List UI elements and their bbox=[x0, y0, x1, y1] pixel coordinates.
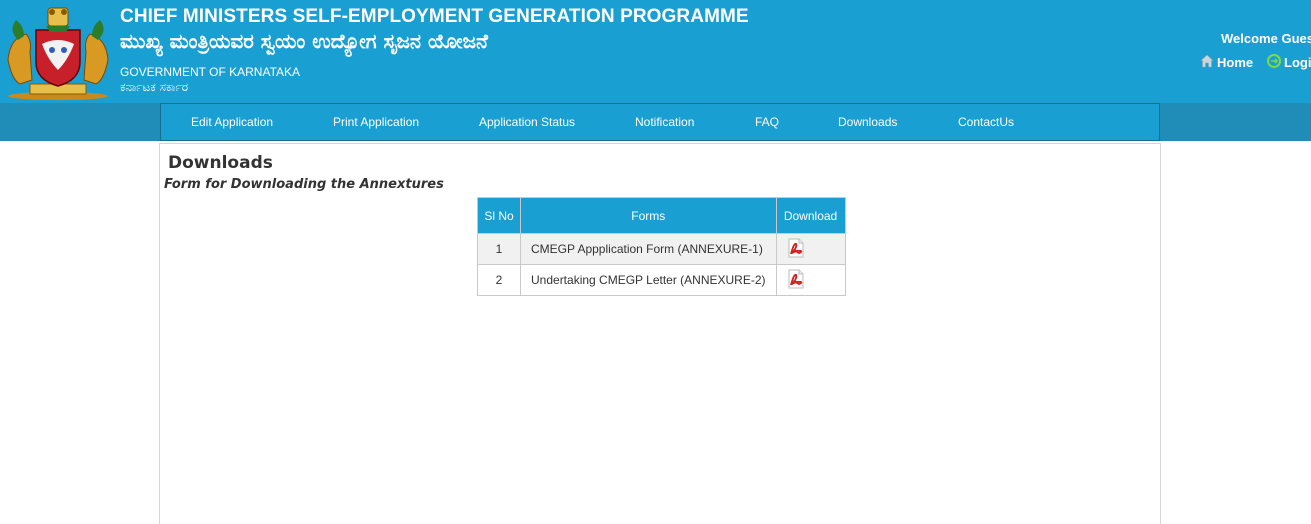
downloads-table: Sl No Forms Download 1 CMEGP Appplicatio… bbox=[477, 197, 846, 296]
pdf-icon[interactable] bbox=[787, 269, 805, 292]
nav-faq[interactable]: FAQ bbox=[755, 104, 779, 140]
government-name-kannada: ಕರ್ನಾಟಕ ಸರ್ಕಾರ bbox=[120, 80, 189, 94]
row-form-name: CMEGP Appplication Form (ANNEXURE-1) bbox=[520, 233, 777, 265]
nav-application-status[interactable]: Application Status bbox=[479, 104, 575, 140]
welcome-user: Guest bbox=[1281, 31, 1311, 46]
pdf-icon[interactable] bbox=[787, 238, 805, 261]
nav-print-application[interactable]: Print Application bbox=[333, 104, 419, 140]
table-row: 2 Undertaking CMEGP Letter (ANNEXURE-2) bbox=[477, 264, 846, 296]
row-download-cell bbox=[775, 233, 846, 265]
row-download-cell bbox=[775, 264, 846, 296]
site-header: CHIEF MINISTERS SELF-EMPLOYMENT GENERATI… bbox=[0, 0, 1311, 103]
government-name-english: GOVERNMENT OF KARNATAKA bbox=[120, 65, 301, 79]
nav-downloads[interactable]: Downloads bbox=[838, 104, 897, 140]
welcome-text: Welcome Guest bbox=[1221, 31, 1311, 46]
table-header-row: Sl No Forms Download bbox=[477, 197, 846, 234]
home-link[interactable]: Home bbox=[1200, 54, 1253, 71]
row-sl-no: 1 bbox=[477, 233, 521, 265]
site-title-english: CHIEF MINISTERS SELF-EMPLOYMENT GENERATI… bbox=[120, 6, 749, 27]
table-row: 1 CMEGP Appplication Form (ANNEXURE-1) bbox=[477, 233, 846, 265]
content-panel: Downloads Form for Downloading the Annex… bbox=[159, 143, 1161, 524]
nav-edit-application[interactable]: Edit Application bbox=[191, 104, 273, 140]
row-form-name: Undertaking CMEGP Letter (ANNEXURE-2) bbox=[520, 264, 777, 296]
col-header-sl-no: Sl No bbox=[477, 197, 521, 234]
site-title-kannada: ಮುಖ್ಯ ಮಂತ್ರಿಯವರ ಸ್ವಯಂ ಉದ್ಯೋಗ ಸೃಜನ ಯೋಜನೆ bbox=[120, 29, 488, 53]
nav-contactus[interactable]: ContactUs bbox=[958, 104, 1014, 140]
col-header-download: Download bbox=[775, 197, 846, 234]
page-subtitle: Form for Downloading the Annextures bbox=[164, 177, 444, 192]
nav-notification[interactable]: Notification bbox=[635, 104, 694, 140]
page-title: Downloads bbox=[168, 153, 273, 173]
login-label: Login bbox=[1284, 55, 1311, 70]
welcome-prefix: Welcome bbox=[1221, 31, 1278, 46]
home-icon bbox=[1200, 54, 1217, 71]
home-label: Home bbox=[1217, 55, 1254, 70]
login-link[interactable]: Login bbox=[1267, 54, 1311, 71]
login-icon bbox=[1267, 54, 1284, 71]
main-nav: Edit Application Print Application Appli… bbox=[160, 103, 1160, 141]
karnataka-emblem-logo bbox=[2, 0, 114, 101]
row-sl-no: 2 bbox=[477, 264, 521, 296]
col-header-forms: Forms bbox=[520, 197, 777, 234]
